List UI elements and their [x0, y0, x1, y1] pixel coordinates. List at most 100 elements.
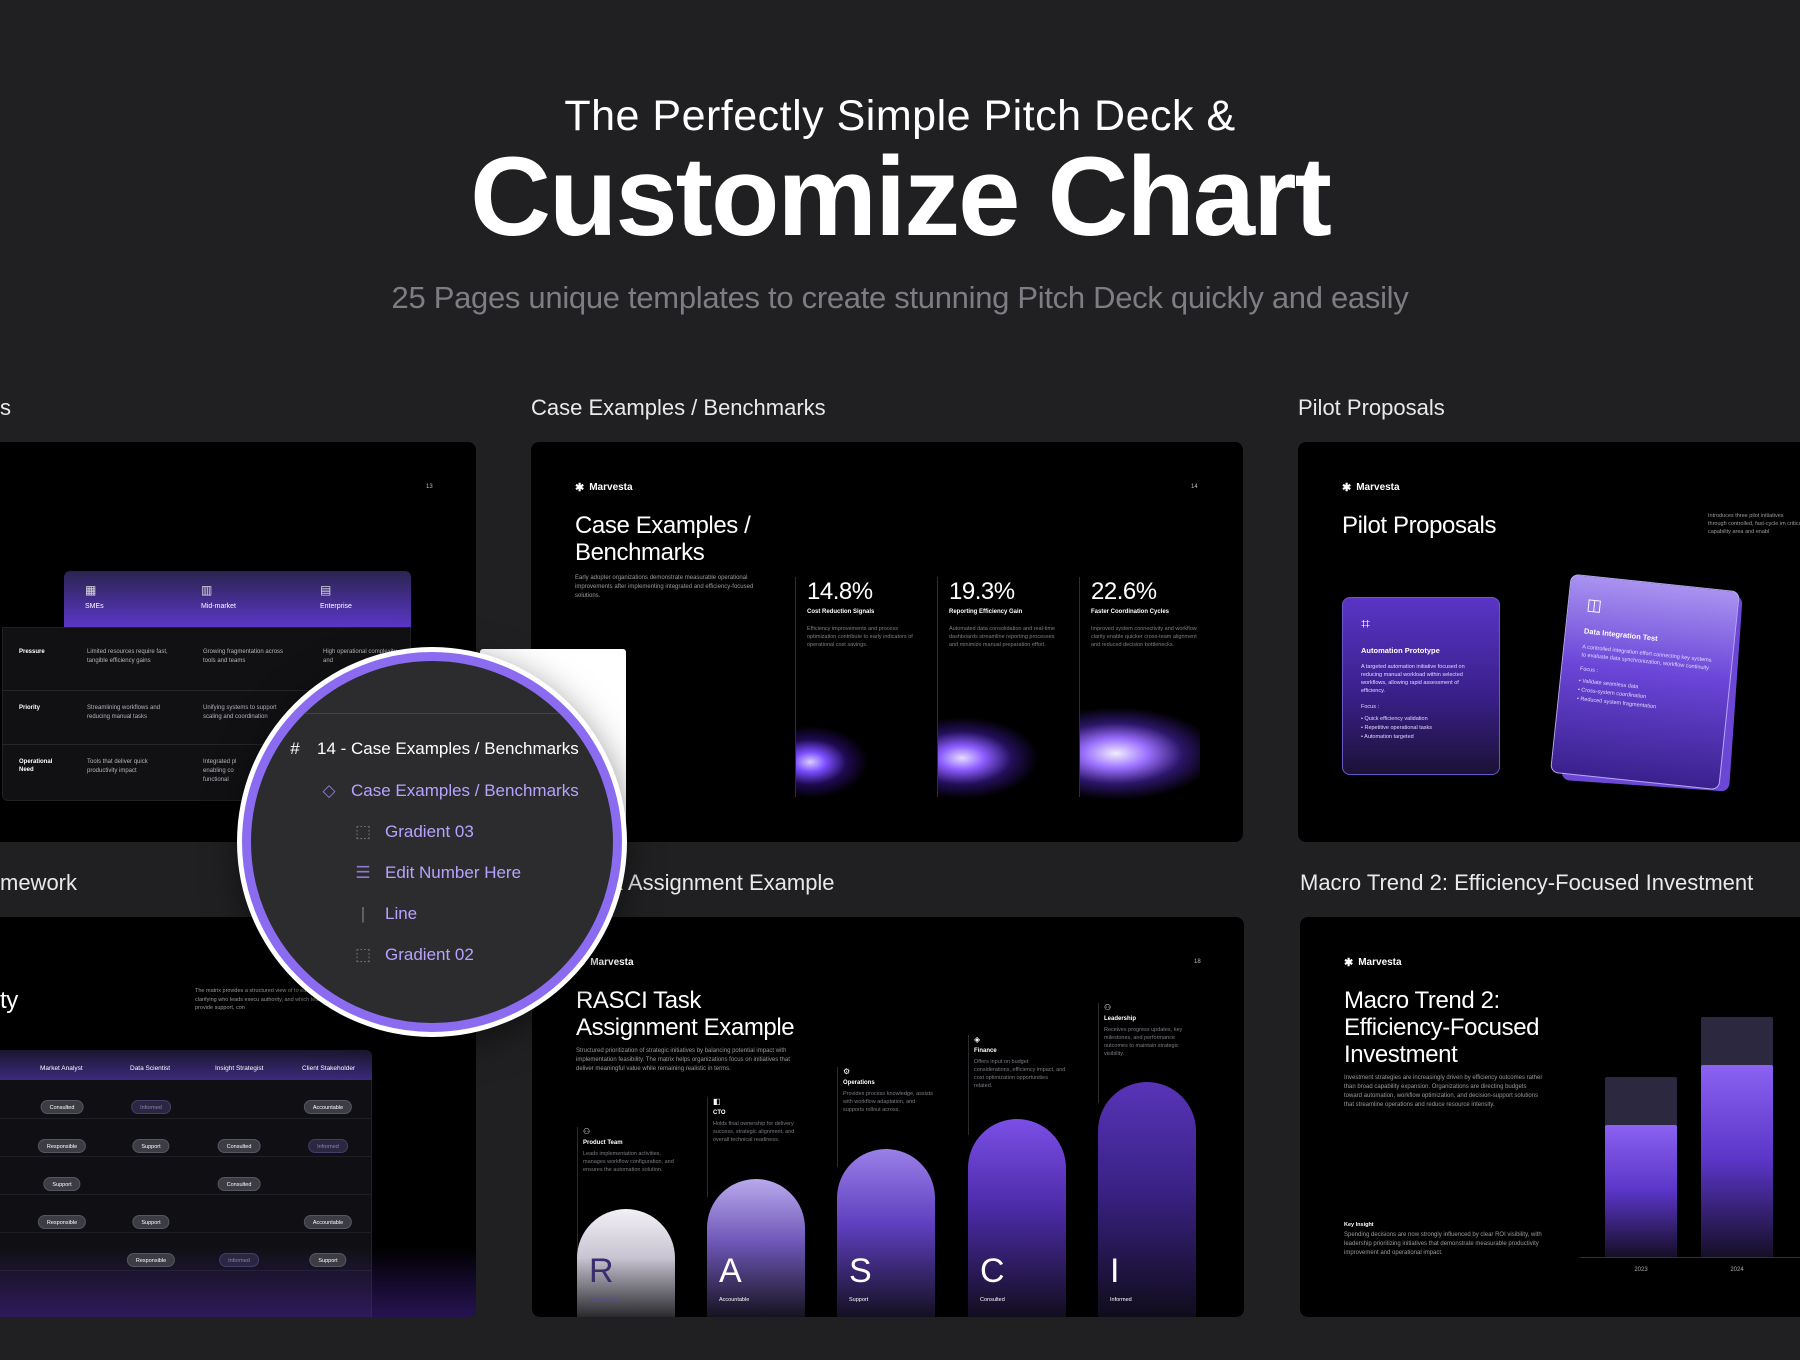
page-number: 18: [1194, 959, 1201, 965]
store-icon: ▦: [85, 583, 97, 597]
gradient-glow: [1080, 652, 1200, 827]
slide-thumbnail-macro[interactable]: ✱ Marvesta Macro Trend 2: Efficiency-Focu…: [1300, 917, 1800, 1317]
bar: [1701, 1065, 1773, 1257]
table-cell: Streamlining workflows and reducing manu…: [87, 705, 161, 720]
list-item: • Quick efficiency validation: [1361, 716, 1428, 722]
column-header: ▥ Mid-market: [201, 583, 237, 610]
layer-item-label: Case Examples / Benchmarks: [351, 781, 579, 800]
gradient-glow: [938, 662, 1058, 822]
table-cell: Growing fragmentation across tools and t…: [203, 649, 284, 664]
card-text: A targeted automation initiative focused…: [1361, 664, 1465, 694]
layer-frame[interactable]: # 14 - Case Examples / Benchmarks: [287, 739, 579, 759]
layer-item[interactable]: ◇ Case Examples / Benchmarks: [321, 781, 579, 801]
layers-panel-magnifier[interactable]: # 14 - Case Examples / Benchmarks ◇ Case…: [242, 652, 622, 1032]
table-cell: Integrated pl enabling co functional: [203, 759, 237, 783]
status-pill: Consulted: [217, 1139, 261, 1153]
layer-item[interactable]: ⬚ Gradient 02: [355, 945, 474, 965]
layer-item[interactable]: ☰ Edit Number Here: [355, 863, 521, 883]
row-label: Pressure: [19, 649, 45, 655]
metric-text: Improved system connectivity and workflo…: [1091, 626, 1197, 648]
insight-title: Key Insight: [1344, 1222, 1374, 1228]
rasci-arch: S Support: [837, 1149, 935, 1317]
card-focus: Focus :: [1361, 704, 1380, 710]
layer-item-label: Gradient 03: [385, 822, 474, 841]
metric-label: Faster Coordination Cycles: [1091, 609, 1170, 615]
slide-title: ty: [0, 987, 18, 1014]
autolayout-icon: ☰: [355, 863, 371, 882]
slide-title: Macro Trend 2: Efficiency-Focused Invest…: [1344, 987, 1540, 1068]
rasci-arch: C Consulted: [968, 1119, 1066, 1317]
section-label: s: [0, 395, 11, 420]
table-cell: Tools that deliver quick productivity im…: [87, 759, 148, 774]
rasci-role: ⚙ Operations Provides process knowledge,…: [843, 1067, 935, 1114]
frame-icon: ⬚: [355, 945, 372, 964]
x-tick-label: 2023: [1634, 1267, 1648, 1273]
table-header: ▦ SMEs ▥ Mid-market ▤ Enterprise: [64, 571, 411, 627]
status-pill: Responsible: [37, 1215, 87, 1229]
leader-icon: ⚇: [1104, 1003, 1112, 1012]
database-icon: ◫: [1585, 596, 1603, 616]
status-pill: Support: [43, 1177, 81, 1191]
pilot-card: ⌗ Automation Prototype A targeted automa…: [1342, 597, 1500, 775]
slide-thumbnail-14[interactable]: ✱ Marvesta 14 Case Examples / Benchmarks …: [531, 442, 1243, 842]
slide-title: Pilot Proposals: [1342, 512, 1497, 539]
brand-logo: ✱ Marvesta: [1342, 482, 1400, 494]
building-icon: ▥: [201, 583, 213, 597]
gradient-glow: [796, 672, 916, 822]
status-pill: Informed: [219, 1253, 259, 1267]
rasci-arch: I Informed: [1098, 1082, 1196, 1317]
layer-item-label: Line: [385, 904, 418, 923]
brand-logo: ✱ Marvesta: [576, 957, 634, 969]
slide-thumbnail-pilot[interactable]: ✱ Marvesta Pilot Proposals Introduces thr…: [1298, 442, 1800, 842]
bar-chart: [1580, 1017, 1800, 1257]
layer-frame-label: 14 - Case Examples / Benchmarks: [317, 739, 579, 758]
rasci-role: ⚇ Product Team Leads implementation acti…: [583, 1127, 674, 1173]
line-icon: |: [360, 904, 366, 923]
table-cell: Limited resources require fast, tangible…: [87, 649, 168, 664]
row-label: Operational Need: [19, 759, 53, 773]
status-pill: Support: [132, 1139, 170, 1153]
page-number: 13: [426, 484, 433, 490]
slide-description: Structured prioritization of strategic i…: [576, 1048, 790, 1072]
brand-mark-icon: ✱: [1342, 482, 1352, 494]
layer-item[interactable]: ⬚ Gradient 03: [355, 822, 474, 842]
gear-icon: ⚙: [843, 1067, 851, 1076]
status-pill: Informed: [131, 1100, 171, 1114]
rasci-arch: R Responsible: [577, 1209, 675, 1317]
rasci-arch: A Accountable: [707, 1179, 805, 1317]
finance-icon: ◈: [974, 1035, 981, 1044]
component-icon: ◇: [322, 781, 336, 800]
status-pill: Consulted: [217, 1177, 261, 1191]
metric-value: 22.6%: [1091, 578, 1157, 605]
slide-title: Case Examples / Benchmarks: [575, 512, 751, 566]
section-label: k Assignment Example: [612, 870, 835, 895]
slide-thumbnail-18[interactable]: ✱ Marvesta 18 RASCI Task Assignment Examp…: [532, 917, 1244, 1317]
section-label: mework: [0, 870, 78, 895]
slide-description: Early adopter organizations demonstrate …: [575, 575, 754, 599]
column-header: Client Stakeholder: [302, 1065, 356, 1072]
status-pill: Accountable: [303, 1215, 353, 1229]
insight-text: Spending decisions are now strongly infl…: [1344, 1232, 1542, 1256]
metric-value: 14.8%: [807, 578, 873, 605]
section-label: Macro Trend 2: Efficiency-Focused Invest…: [1300, 870, 1754, 895]
metric-text: Automated data consolidation and real-ti…: [949, 626, 1056, 648]
rasci-role: ⚇ Leadership Receives progress updates, …: [1104, 1003, 1196, 1058]
metric-card: 14.8% Cost Reduction Signals Efficiency …: [807, 578, 922, 649]
column-header: ▤ Enterprise: [320, 583, 352, 610]
list-item: • Automation targeted: [1361, 734, 1414, 740]
status-pill: Informed: [308, 1139, 348, 1153]
frame-hash-icon: #: [290, 739, 300, 758]
layer-item[interactable]: | Line: [355, 904, 417, 924]
table-cell: Unifying systems to support scaling and …: [203, 705, 277, 720]
section-label: Pilot Proposals: [1298, 395, 1445, 420]
panel-divider: [281, 713, 613, 714]
slide-description: Introduces three pilot initiatives throu…: [1708, 513, 1800, 535]
card-title: Automation Prototype: [1361, 646, 1440, 655]
bank-icon: ▤: [320, 583, 332, 597]
metric-text: Efficiency improvements and process opti…: [807, 626, 913, 648]
hero-title: Customize Chart: [470, 134, 1332, 259]
layer-item-label: Gradient 02: [385, 945, 474, 964]
status-pill: Support: [132, 1215, 170, 1229]
cto-icon: ◧: [713, 1097, 721, 1106]
user-icon: ⚇: [583, 1127, 591, 1136]
